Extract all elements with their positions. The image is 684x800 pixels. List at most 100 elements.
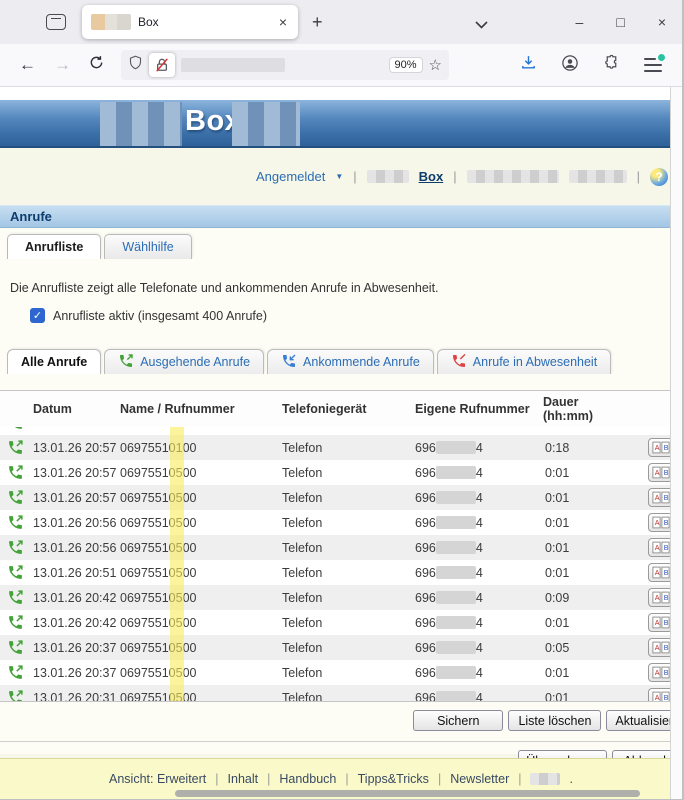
extensions-puzzle-icon[interactable] [603,54,620,76]
call-duration: 0:01 [537,491,610,505]
footer-link-inhalt[interactable]: Inhalt [228,772,259,786]
box-home-link[interactable]: Box [419,169,444,184]
own-number-suffix: 4 [476,691,483,702]
call-number[interactable]: 06975510500 [120,516,282,530]
call-number[interactable]: 06975510500 [120,466,282,480]
call-device: Telefon [282,616,415,630]
table-row: 13.01.26 20:51 06975510500 Telefon 6964 … [0,560,682,585]
menu-hamburger-icon[interactable] [644,58,662,72]
reload-icon[interactable] [89,55,104,75]
tab-waehlhilfe[interactable]: Wählhilfe [104,234,191,259]
page-top-gap [0,87,682,100]
brand-redacted-left [100,102,182,146]
table-header-row: Datum Name / Rufnummer Telefoniegerät Ei… [0,391,682,427]
call-number[interactable]: 06975510500 [120,591,282,605]
own-number-redacted [436,441,476,454]
logged-in-menu[interactable]: Angemeldet [256,169,325,184]
call-number[interactable]: 06975510500 [120,691,282,702]
tab-anrufliste[interactable]: Anrufliste [7,234,101,259]
chevron-down-icon[interactable]: ▼ [335,172,343,181]
close-window-button[interactable]: × [658,14,666,30]
list-action-buttons: Sichern Liste löschen Aktualisieren [0,702,682,731]
filter-tab-label: Ausgehende Anrufe [140,355,250,369]
browser-window: Box × + – □ × ← → [0,0,684,800]
call-own-number: 6964 [415,491,537,505]
firefox-view-icon[interactable] [46,14,66,30]
list-all-tabs-icon[interactable] [475,16,488,34]
horizontal-scrollbar-thumb[interactable] [175,790,640,797]
call-duration: 0:01 [537,516,610,530]
vertical-scrollbar[interactable] [670,87,682,799]
footer-link-handbuch[interactable]: Handbuch [279,772,336,786]
own-number-redacted [436,691,476,702]
table-row: 13.01.26 20:57 06975510500 Telefon 6964 … [0,460,682,485]
svg-text:A: A [654,518,659,527]
call-own-number: 6964 [415,616,537,630]
own-number-prefix: 696 [415,466,436,480]
save-button[interactable]: Sichern [413,710,503,731]
filter-tab-outgoing[interactable]: Ausgehende Anrufe [104,349,264,374]
partial-row-top [0,427,682,435]
zoom-level-indicator[interactable]: 90% [389,57,423,73]
outgoing-call-icon [7,664,30,681]
own-number-prefix: 696 [415,616,436,630]
own-number-suffix: 4 [476,541,483,555]
footer-link-tipps[interactable]: Tipps&Tricks [358,772,429,786]
own-number-prefix: 696 [415,491,436,505]
tab-title: Box [138,15,270,29]
bookmark-star-icon[interactable]: ☆ [429,56,442,74]
delete-list-button[interactable]: Liste löschen [508,710,601,731]
svg-text:A: A [654,693,659,701]
svg-text:B: B [663,643,668,652]
call-number[interactable]: 06975510500 [120,541,282,555]
separator: | [267,772,270,786]
browser-tab[interactable]: Box × [82,5,298,39]
svg-text:B: B [663,693,668,701]
separator: | [345,772,348,786]
outgoing-call-icon [7,427,30,431]
filter-tab-incoming[interactable]: Ankommende Anrufe [267,349,434,374]
outgoing-call-icon [7,614,30,631]
maximize-button[interactable]: □ [616,14,624,30]
missed-call-icon [451,353,467,372]
session-nav-row: Angemeldet ▼ | Box | | ? [0,148,682,205]
svg-text:A: A [654,618,659,627]
filter-tab-all-calls[interactable]: Alle Anrufe [7,349,101,374]
insecure-lock-icon[interactable] [149,53,175,77]
tab-label: Wählhilfe [122,240,173,254]
minimize-button[interactable]: – [576,14,584,30]
call-number[interactable]: 06975510500 [120,641,282,655]
call-number[interactable]: 06975510500 [120,666,282,680]
back-button[interactable]: ← [19,55,36,75]
call-duration: 0:01 [537,616,610,630]
own-number-prefix: 696 [415,666,436,680]
own-number-prefix: 696 [415,566,436,580]
svg-text:A: A [654,493,659,502]
table-row: 13.01.26 20:57 06975510500 Telefon 6964 … [0,485,682,510]
shield-icon[interactable] [128,54,143,76]
footer-link-newsletter[interactable]: Newsletter [450,772,509,786]
call-number[interactable]: 06975510500 [120,566,282,580]
call-number[interactable]: 06975510500 [120,616,282,630]
help-icon[interactable]: ? [650,168,668,186]
svg-text:A: A [654,543,659,552]
call-device: Telefon [282,491,415,505]
url-bar[interactable]: 90% ☆ [121,50,449,80]
tab-close-icon[interactable]: × [277,14,289,30]
favicon-redacted [91,14,131,30]
call-duration: 0:01 [537,466,610,480]
call-rows-viewport: 13.01.26 20:57 06975510100 Telefon 6964 … [0,427,682,701]
account-icon[interactable] [561,54,579,77]
outgoing-call-icon [7,589,30,606]
filter-tab-label: Ankommende Anrufe [303,355,420,369]
call-number[interactable]: 06975510500 [120,491,282,505]
call-number[interactable]: 06975510100 [120,441,282,455]
new-tab-button[interactable]: + [312,12,323,33]
own-number-suffix: 4 [476,566,483,580]
call-list-active-checkbox[interactable]: ✓ [30,308,45,323]
filter-tab-missed[interactable]: Anrufe in Abwesenheit [437,349,611,374]
col-header-device: Telefoniegerät [282,402,415,416]
call-duration: 0:18 [537,441,610,455]
downloads-icon[interactable] [520,54,537,76]
footer-link-ansicht[interactable]: Ansicht: Erweitert [109,772,206,786]
